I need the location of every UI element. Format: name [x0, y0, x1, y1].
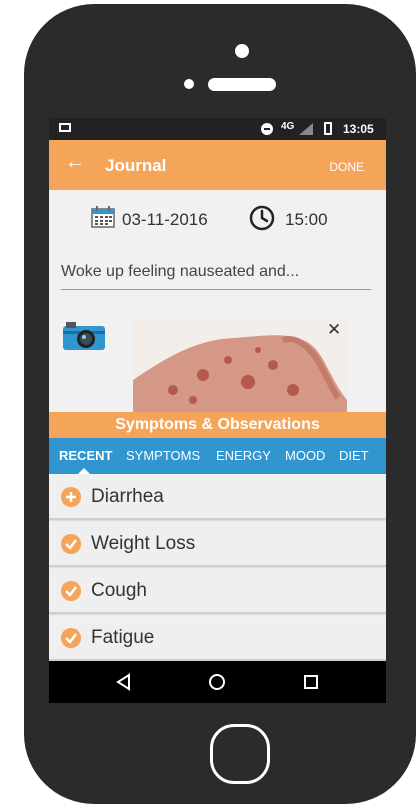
notification-icon [59, 123, 71, 132]
camera-icon[interactable] [61, 320, 107, 352]
battery-icon [324, 122, 332, 135]
check-icon[interactable] [61, 628, 81, 648]
photo-image [133, 320, 347, 412]
signal-icon [299, 123, 313, 135]
list-item[interactable]: Weight Loss [49, 523, 386, 567]
list-item-label: Cough [91, 580, 147, 601]
category-tabs: RECENT SYMPTOMS ENERGY MOOD DIET [49, 438, 386, 474]
earpiece-speaker [208, 78, 276, 91]
list-item-label: Weight Loss [91, 533, 196, 554]
clock-icon[interactable] [249, 205, 275, 231]
status-time: 13:05 [343, 122, 374, 136]
list-item-label: Diarrhea [91, 486, 164, 507]
front-sensor [235, 44, 249, 58]
tab-diet[interactable]: DIET [339, 448, 369, 463]
front-camera [184, 79, 194, 89]
app-screen: 4G 13:05 ← Journal DONE 03-11-2016 15:00… [49, 118, 386, 703]
tab-recent[interactable]: RECENT [59, 448, 112, 463]
home-icon[interactable] [208, 673, 226, 691]
list-item[interactable]: Cough [49, 570, 386, 614]
back-icon[interactable] [115, 673, 131, 691]
attached-photo[interactable] [133, 320, 347, 412]
list-item-label: Fatigue [91, 627, 155, 648]
tab-energy[interactable]: ENERGY [216, 448, 271, 463]
tab-mood[interactable]: MOOD [285, 448, 325, 463]
arrow-left-icon[interactable]: ← [65, 152, 85, 172]
do-not-disturb-icon [261, 123, 273, 135]
app-bar: ← Journal DONE [49, 140, 386, 190]
close-icon[interactable]: ✕ [327, 320, 341, 340]
section-header: Symptoms & Observations [49, 412, 386, 438]
recents-icon[interactable] [303, 674, 319, 690]
tab-symptoms[interactable]: SYMPTOMS [126, 448, 200, 463]
check-icon[interactable] [61, 581, 81, 601]
check-icon[interactable] [61, 534, 81, 554]
status-bar: 4G 13:05 [49, 118, 386, 140]
date-time-row: 03-11-2016 15:00 [49, 200, 386, 240]
entry-time[interactable]: 15:00 [285, 210, 328, 230]
home-button[interactable] [210, 724, 270, 784]
active-tab-indicator [78, 468, 90, 474]
page-title: Journal [105, 156, 167, 175]
calendar-icon[interactable] [91, 206, 115, 228]
network-type: 4G [281, 121, 295, 132]
journal-note-field[interactable]: Woke up feeling nauseated and... [61, 263, 371, 290]
entry-date[interactable]: 03-11-2016 [122, 210, 208, 230]
android-nav-bar [49, 661, 386, 703]
add-icon[interactable] [61, 487, 81, 507]
list-item[interactable]: Diarrhea [49, 476, 386, 520]
done-button[interactable]: DONE [329, 160, 364, 174]
list-item[interactable]: Fatigue [49, 617, 386, 661]
